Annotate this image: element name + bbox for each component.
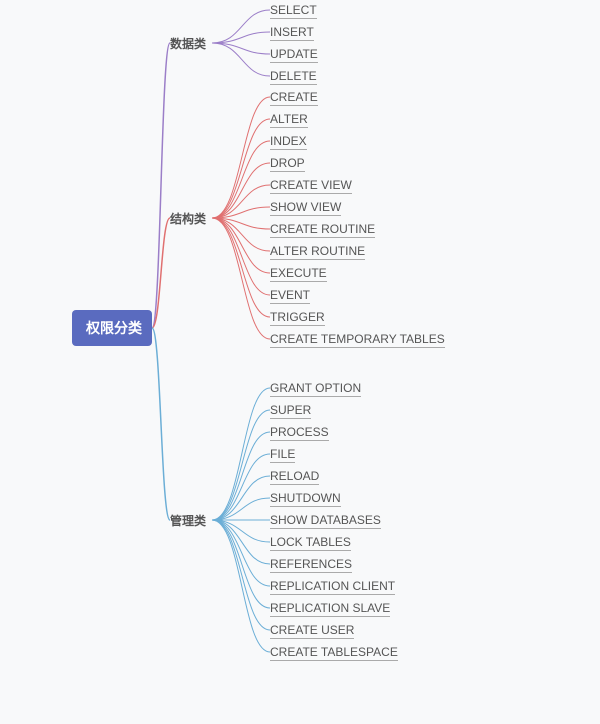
leaf-label: DELETE <box>270 69 317 85</box>
leaf-label: INDEX <box>270 134 307 150</box>
leaf-label: CREATE <box>270 90 318 106</box>
leaf-label: CREATE TABLESPACE <box>270 645 398 661</box>
leaf-label: ALTER <box>270 112 308 128</box>
leaf-label: SELECT <box>270 3 317 19</box>
category-label-0: 数据类 <box>170 35 206 52</box>
leaf-label: TRIGGER <box>270 310 325 326</box>
leaf-label: PROCESS <box>270 425 329 441</box>
leaf-label: REPLICATION CLIENT <box>270 579 395 595</box>
leaf-label: GRANT OPTION <box>270 381 361 397</box>
leaf-label: FILE <box>270 447 295 463</box>
leaf-label: REFERENCES <box>270 557 352 573</box>
leaf-label: DROP <box>270 156 305 172</box>
leaf-label: SHUTDOWN <box>270 491 341 507</box>
leaf-label: REPLICATION SLAVE <box>270 601 390 617</box>
leaf-label: EXECUTE <box>270 266 327 282</box>
mindmap-diagram: 权限分类 数据类 SELECT INSERT UPDATE DELETE 结构类 CREATE… <box>0 0 600 724</box>
leaf-label: SHOW DATABASES <box>270 513 381 529</box>
leaf-label: INSERT <box>270 25 314 41</box>
leaf-label: SHOW VIEW <box>270 200 341 216</box>
leaf-label: CREATE USER <box>270 623 354 639</box>
leaf-label: CREATE TEMPORARY TABLES <box>270 332 445 348</box>
leaf-label: SUPER <box>270 403 311 419</box>
category-label-1: 结构类 <box>170 210 206 227</box>
leaf-label: UPDATE <box>270 47 318 63</box>
leaf-label: EVENT <box>270 288 310 304</box>
leaf-label: LOCK TABLES <box>270 535 351 551</box>
leaf-label: ALTER ROUTINE <box>270 244 365 260</box>
leaf-label: CREATE ROUTINE <box>270 222 375 238</box>
category-label-2: 管理类 <box>170 512 206 529</box>
root-node: 权限分类 <box>72 310 152 346</box>
leaf-label: RELOAD <box>270 469 319 485</box>
leaf-label: CREATE VIEW <box>270 178 352 194</box>
